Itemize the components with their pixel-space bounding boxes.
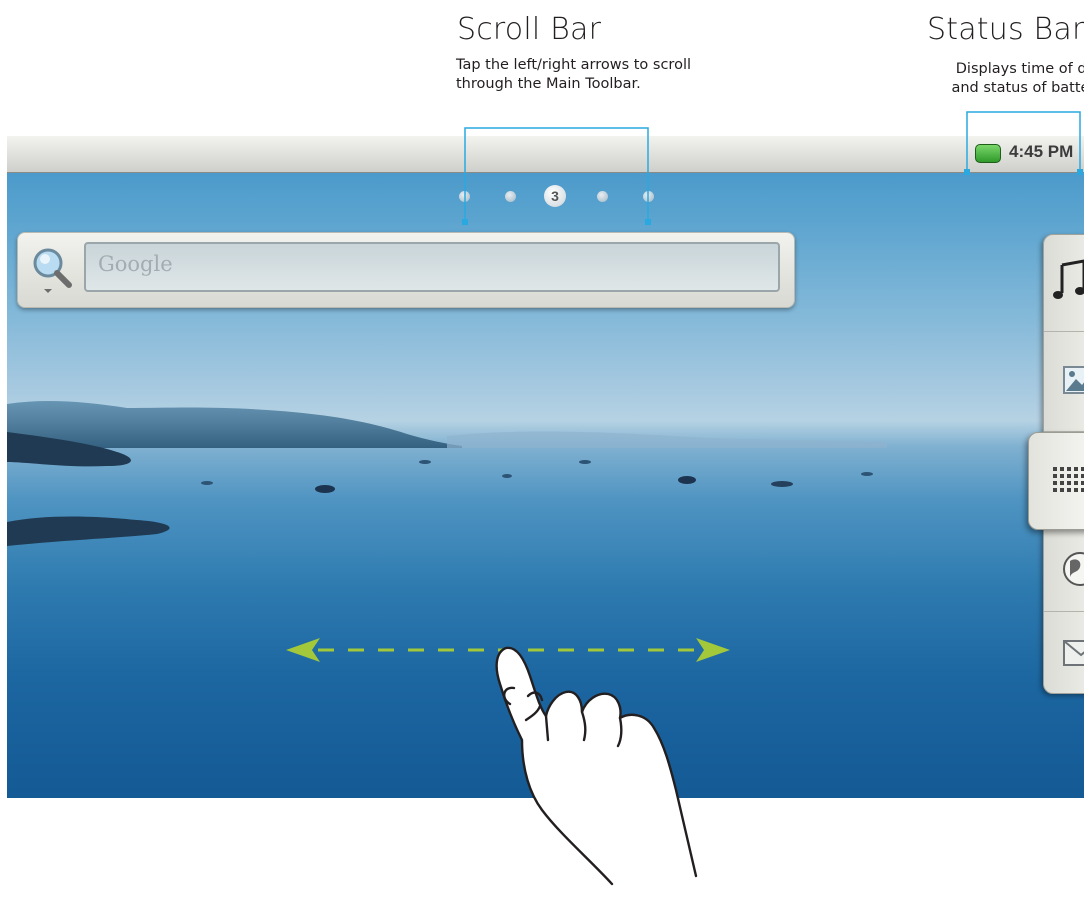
callout-marker (964, 169, 970, 175)
callout-lines (286, 111, 1083, 886)
callout-marker (645, 219, 651, 225)
scroll-bar-callout-line (464, 127, 649, 222)
status-bar-callout-line (966, 111, 1081, 172)
callout-marker (462, 219, 468, 225)
hand-pointer-icon (495, 646, 698, 886)
callout-marker (1077, 169, 1083, 175)
